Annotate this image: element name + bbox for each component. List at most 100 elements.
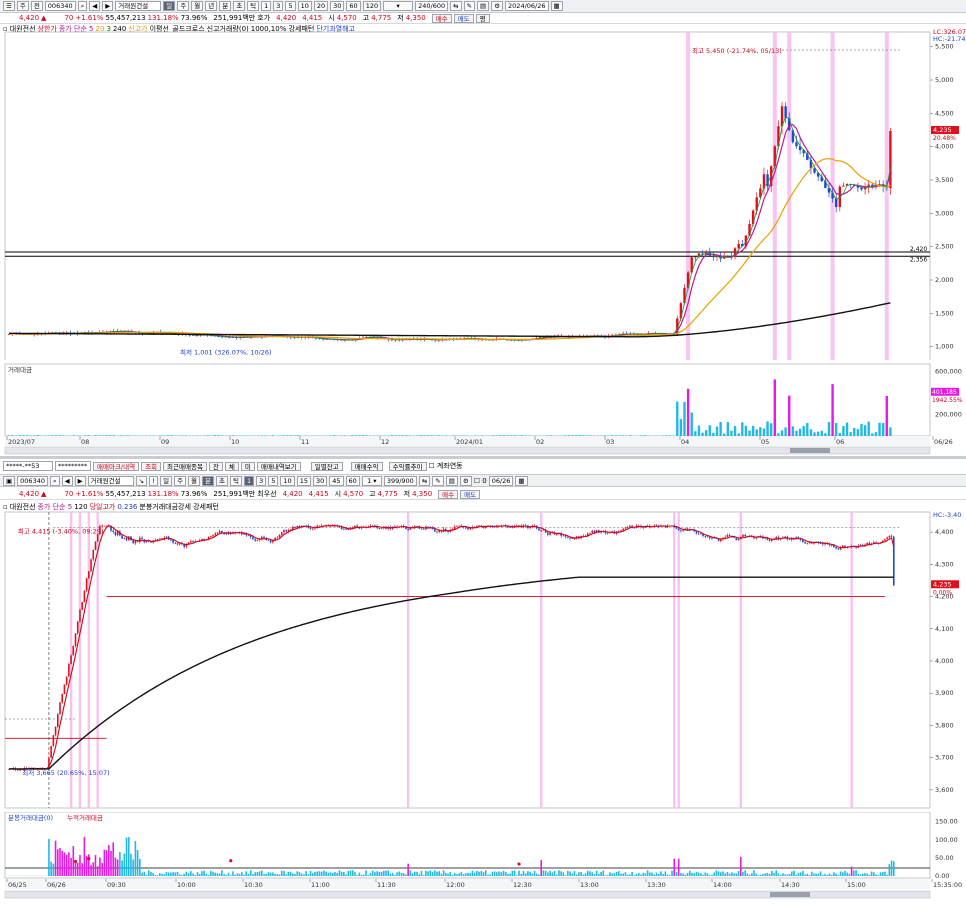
calendar2-icon[interactable]: ▦ bbox=[515, 475, 528, 486]
sell-button[interactable]: 매도 bbox=[453, 13, 474, 23]
bot-vol-bar bbox=[276, 874, 279, 876]
quote-vol-ratio: 131.18% bbox=[147, 14, 179, 22]
period2-second[interactable]: 초 bbox=[216, 475, 228, 486]
tool4-icon[interactable]: ⇆ bbox=[418, 475, 431, 486]
bot-vol-bar bbox=[784, 874, 786, 876]
top-price-chart[interactable]: 5,500 5,000 4,500 4,000 3,500 3,000 2,500 2,000… bbox=[0, 24, 966, 360]
interval2-15[interactable]: 15 bbox=[296, 475, 311, 486]
interval-20[interactable]: 20 bbox=[313, 1, 329, 11]
tab-profit[interactable]: 매매수익 bbox=[350, 461, 383, 471]
tool2-icon[interactable]: ✎ bbox=[463, 1, 476, 11]
tab-return[interactable]: 수익률추이 bbox=[388, 461, 427, 471]
interval-3[interactable]: 3 bbox=[273, 1, 284, 11]
buy-button[interactable]: 매수 bbox=[431, 13, 452, 23]
interval2-10[interactable]: 10 bbox=[280, 475, 295, 486]
tool-icon[interactable]: ⇆ bbox=[450, 1, 462, 11]
interval2-60[interactable]: 60 bbox=[345, 475, 360, 486]
top-volume-chart[interactable]: 거래대금 600,000 200,000 401,1851942.55% 2023/07… bbox=[0, 360, 966, 456]
tab-trade-mark[interactable]: 매매마크/내역 bbox=[93, 461, 140, 471]
bsell-button[interactable]: 매도 bbox=[460, 489, 481, 499]
gear2-icon[interactable]: ⚙ bbox=[459, 475, 472, 486]
password-input[interactable]: ********* bbox=[55, 461, 91, 471]
calendar-icon[interactable]: ▦ bbox=[550, 1, 563, 11]
bot-vol-bar bbox=[349, 870, 352, 876]
period-monthly[interactable]: 월 bbox=[191, 1, 204, 11]
tab-unfilled[interactable]: 미 bbox=[240, 461, 255, 471]
tool6-icon[interactable]: ▤ bbox=[445, 475, 458, 486]
count2-input[interactable]: 399/900 bbox=[383, 475, 417, 486]
interval-120[interactable]: 120 bbox=[362, 1, 382, 11]
eq-button[interactable]: 평 bbox=[475, 13, 490, 23]
bot-x-label: 11:00 bbox=[311, 881, 330, 889]
code2-input[interactable]: 006340 bbox=[17, 475, 48, 486]
period-yearly[interactable]: 년 bbox=[205, 1, 218, 11]
next2-icon[interactable]: ▶ bbox=[74, 475, 86, 486]
next-icon[interactable]: ▶ bbox=[102, 1, 114, 11]
date2-check[interactable]: ☐ 0 bbox=[474, 477, 487, 485]
top-vol-bar bbox=[751, 425, 755, 436]
tab-history[interactable]: 매매내역보기 bbox=[256, 461, 301, 471]
interval2-1[interactable]: 1 bbox=[243, 475, 255, 486]
interval2-30[interactable]: 30 bbox=[312, 475, 328, 486]
bot-vol-bar bbox=[311, 873, 314, 876]
top-vol-bar bbox=[715, 426, 719, 436]
tool3-icon[interactable]: ▤ bbox=[477, 1, 490, 11]
period2-day[interactable]: 일 bbox=[160, 475, 173, 486]
bot-vol-bar bbox=[416, 871, 418, 876]
dropdown-icon[interactable]: ▾ bbox=[383, 1, 414, 11]
tool5-icon[interactable]: ✎ bbox=[432, 475, 444, 486]
search2-icon[interactable]: ⌕ bbox=[49, 475, 60, 486]
menu-button[interactable]: ☰ bbox=[3, 1, 15, 11]
link-checkbox[interactable]: ☐ bbox=[429, 462, 435, 470]
tab-filled[interactable]: 체 bbox=[224, 461, 239, 471]
tab-daily-balance[interactable]: 일별잔고 bbox=[310, 461, 343, 471]
date-input[interactable]: 2024/06/26 bbox=[505, 1, 549, 11]
bottom-volume-chart[interactable]: 분봉거래대금(0) 누적거래대금 150.00 100.00 50.00 0.00 06/2… bbox=[0, 812, 966, 904]
dropdown2-icon[interactable]: 1 ▾ bbox=[361, 475, 382, 486]
interval-5[interactable]: 5 bbox=[285, 1, 296, 11]
daily-button[interactable]: 일 bbox=[163, 1, 176, 11]
interval2-45[interactable]: 45 bbox=[329, 475, 344, 486]
interval-1[interactable]: 1 bbox=[261, 1, 272, 11]
interval2-3[interactable]: 3 bbox=[256, 475, 267, 486]
account-input[interactable]: *****-**53 bbox=[3, 461, 53, 471]
period-second[interactable]: 초 bbox=[233, 1, 246, 11]
top-vol-bar bbox=[798, 428, 802, 436]
bottom-price-chart[interactable]: 4,4004,3004,2004,1004,0003,9003,8003,700… bbox=[0, 510, 966, 812]
interval2-5[interactable]: 5 bbox=[268, 475, 279, 486]
period2-minute[interactable]: 분 bbox=[202, 475, 215, 486]
count-input[interactable]: 240/600 bbox=[415, 1, 449, 11]
period2-tick[interactable]: 틱 bbox=[230, 475, 242, 486]
tab-recent[interactable]: 최근매매종목 bbox=[163, 461, 207, 471]
all-button[interactable]: 전 bbox=[30, 1, 43, 11]
top-vol-bar bbox=[614, 435, 618, 436]
gear-icon[interactable]: ⚙ bbox=[491, 1, 504, 11]
search-icon[interactable]: ⌕ bbox=[77, 1, 88, 11]
period2-month[interactable]: 월 bbox=[188, 475, 201, 486]
menu2-button[interactable]: ▣ bbox=[3, 475, 16, 486]
period-minute[interactable]: 분 bbox=[219, 1, 232, 11]
date2-input[interactable]: 06/26 bbox=[488, 475, 514, 486]
prev-icon[interactable]: ◀ bbox=[89, 1, 101, 11]
interval-60[interactable]: 60 bbox=[346, 1, 361, 11]
stock-name[interactable]: 거래원건설 bbox=[115, 1, 162, 11]
prev2-icon[interactable]: ◀ bbox=[61, 475, 73, 486]
group-button[interactable]: 주 bbox=[16, 1, 29, 11]
tab-balance[interactable]: 잔 bbox=[208, 461, 223, 471]
interval-30[interactable]: 30 bbox=[330, 1, 345, 11]
arrow-icon[interactable]: ↘ bbox=[135, 475, 148, 486]
bbuy-button[interactable]: 매수 bbox=[438, 489, 459, 499]
top-vol-bar bbox=[546, 435, 549, 436]
stock2-name[interactable]: 거래원건설 bbox=[87, 475, 134, 486]
tab-query[interactable]: 조회 bbox=[141, 461, 162, 471]
info-icon[interactable]: ! bbox=[149, 475, 159, 486]
top-vol-bar bbox=[260, 435, 264, 436]
period-tick[interactable]: 틱 bbox=[247, 1, 260, 11]
period2-week[interactable]: 주 bbox=[174, 475, 187, 486]
period-weekly[interactable]: 주 bbox=[177, 1, 190, 11]
bot-vol-bar bbox=[263, 874, 265, 876]
interval-10[interactable]: 10 bbox=[297, 1, 312, 11]
code-input[interactable]: 006340 bbox=[44, 1, 76, 11]
top-vol-bar bbox=[694, 431, 697, 436]
panel-splitter[interactable] bbox=[0, 456, 966, 459]
